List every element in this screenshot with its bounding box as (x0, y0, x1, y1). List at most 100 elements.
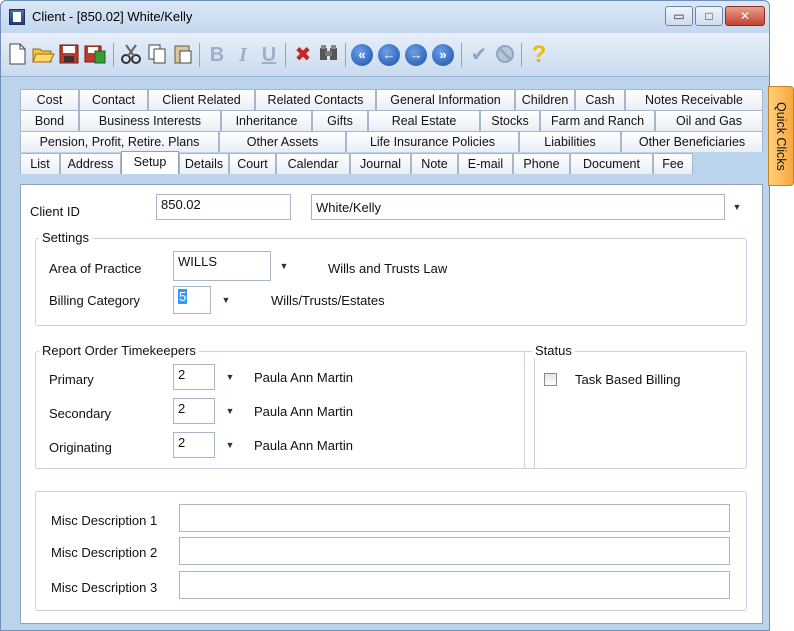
italic-icon[interactable]: I (231, 43, 255, 67)
save-icon[interactable] (57, 43, 81, 67)
maximize-button[interactable]: □ (695, 6, 723, 26)
client-id-label: Client ID (30, 204, 80, 219)
toolbar: B I U ✖ « ← → » ✔ ? (1, 33, 769, 77)
new-icon[interactable] (5, 43, 29, 67)
toolbar-separator (199, 43, 200, 67)
tab-cost[interactable]: Cost (20, 89, 79, 110)
last-record-icon[interactable]: » (432, 44, 454, 66)
app-icon (9, 9, 25, 25)
tab-other-assets[interactable]: Other Assets (219, 131, 346, 152)
status-group (524, 351, 747, 469)
secondary-dropdown[interactable]: ▼ (219, 400, 241, 422)
area-of-practice-field[interactable]: WILLS (173, 251, 271, 281)
quick-clicks-tab[interactable]: Quick Clicks (768, 86, 794, 186)
cancel-icon[interactable] (493, 43, 517, 67)
area-of-practice-label: Area of Practice (49, 261, 142, 276)
tab-oil-and-gas[interactable]: Oil and Gas (655, 110, 763, 131)
status-title: Status (532, 343, 575, 358)
next-record-icon[interactable]: → (405, 44, 427, 66)
secondary-label: Secondary (49, 406, 112, 421)
tab-note[interactable]: Note (411, 153, 458, 174)
tab-row-2: Bond Business Interests Inheritance Gift… (20, 110, 763, 131)
tab-children[interactable]: Children (515, 89, 575, 110)
tab-gifts[interactable]: Gifts (312, 110, 368, 131)
tab-fee[interactable]: Fee (653, 153, 693, 174)
check-icon[interactable]: ✔ (467, 43, 491, 67)
tab-related-contacts[interactable]: Related Contacts (255, 89, 376, 110)
tab-cash[interactable]: Cash (575, 89, 625, 110)
misc-description-2-field[interactable] (179, 537, 730, 565)
tab-row-3: Pension, Profit, Retire. Plans Other Ass… (20, 131, 763, 152)
tab-document[interactable]: Document (570, 153, 653, 174)
tab-phone[interactable]: Phone (513, 153, 570, 174)
delete-icon[interactable]: ✖ (291, 43, 315, 67)
previous-record-icon[interactable]: ← (378, 44, 400, 66)
billing-category-field[interactable]: 5 (173, 286, 211, 314)
timekeepers-title: Report Order Timekeepers (39, 343, 199, 358)
primary-label: Primary (49, 372, 94, 387)
tab-bond[interactable]: Bond (20, 110, 79, 131)
originating-field[interactable]: 2 (173, 432, 215, 458)
tab-contact[interactable]: Contact (79, 89, 148, 110)
tab-court[interactable]: Court (229, 153, 276, 174)
tab-email[interactable]: E-mail (458, 153, 513, 174)
underline-icon[interactable]: U (257, 43, 281, 67)
open-folder-icon[interactable] (31, 43, 55, 67)
billing-category-value: 5 (178, 289, 188, 304)
tab-pension-profit-retire-plans[interactable]: Pension, Profit, Retire. Plans (20, 131, 219, 152)
tab-stocks[interactable]: Stocks (480, 110, 540, 131)
primary-field[interactable]: 2 (173, 364, 215, 390)
tab-farm-and-ranch[interactable]: Farm and Ranch (540, 110, 655, 131)
first-record-icon[interactable]: « (351, 44, 373, 66)
billing-category-dropdown[interactable]: ▼ (215, 289, 237, 311)
area-of-practice-description: Wills and Trusts Law (328, 261, 448, 276)
tab-other-beneficiaries[interactable]: Other Beneficiaries (621, 131, 763, 152)
toolbar-separator (113, 43, 114, 67)
task-based-billing-checkbox[interactable] (544, 373, 557, 386)
bold-icon[interactable]: B (205, 43, 229, 67)
client-name-field[interactable]: White/Kelly (311, 194, 725, 220)
toolbar-separator (461, 43, 462, 67)
area-of-practice-dropdown[interactable]: ▼ (273, 255, 295, 277)
help-icon[interactable]: ? (527, 43, 551, 67)
minimize-button[interactable]: ▭ (665, 6, 693, 26)
originating-dropdown[interactable]: ▼ (219, 434, 241, 456)
client-window: Client - [850.02] White/Kelly ▭ □ ✕ B I (0, 0, 770, 631)
misc-description-3-label: Misc Description 3 (51, 580, 158, 595)
toolbar-separator (521, 43, 522, 67)
tab-journal[interactable]: Journal (350, 153, 411, 174)
primary-name: Paula Ann Martin (254, 370, 354, 385)
copy-icon[interactable] (145, 43, 169, 67)
cut-icon[interactable] (119, 43, 143, 67)
tab-life-insurance-policies[interactable]: Life Insurance Policies (346, 131, 519, 152)
tab-general-information[interactable]: General Information (376, 89, 515, 110)
misc-description-1-label: Misc Description 1 (51, 513, 158, 528)
primary-dropdown[interactable]: ▼ (219, 366, 241, 388)
client-name-dropdown[interactable]: ▼ (726, 196, 748, 218)
client-id-field[interactable]: 850.02 (156, 194, 291, 220)
tab-address[interactable]: Address (60, 153, 121, 174)
tab-real-estate[interactable]: Real Estate (368, 110, 480, 131)
billing-category-label: Billing Category (49, 293, 141, 308)
tab-list[interactable]: List (20, 153, 60, 174)
tab-inheritance[interactable]: Inheritance (221, 110, 312, 131)
tab-business-interests[interactable]: Business Interests (79, 110, 221, 131)
setup-panel: Client ID 850.02 White/Kelly ▼ Settings … (20, 184, 763, 624)
tab-details[interactable]: Details (179, 153, 229, 174)
paste-icon[interactable] (171, 43, 195, 67)
close-button[interactable]: ✕ (725, 6, 765, 26)
misc-description-3-field[interactable] (179, 571, 730, 599)
task-based-billing-label: Task Based Billing (575, 372, 681, 387)
originating-label: Originating (49, 440, 112, 455)
save-close-icon[interactable] (83, 43, 107, 67)
secondary-field[interactable]: 2 (173, 398, 215, 424)
settings-title: Settings (39, 230, 92, 245)
toolbar-separator (345, 43, 346, 67)
tab-calendar[interactable]: Calendar (276, 153, 350, 174)
misc-description-1-field[interactable] (179, 504, 730, 532)
find-icon[interactable] (317, 43, 341, 67)
tab-liabilities[interactable]: Liabilities (519, 131, 621, 152)
tab-client-related[interactable]: Client Related (148, 89, 255, 110)
tab-setup[interactable]: Setup (121, 151, 179, 174)
tab-notes-receivable[interactable]: Notes Receivable (625, 89, 763, 110)
